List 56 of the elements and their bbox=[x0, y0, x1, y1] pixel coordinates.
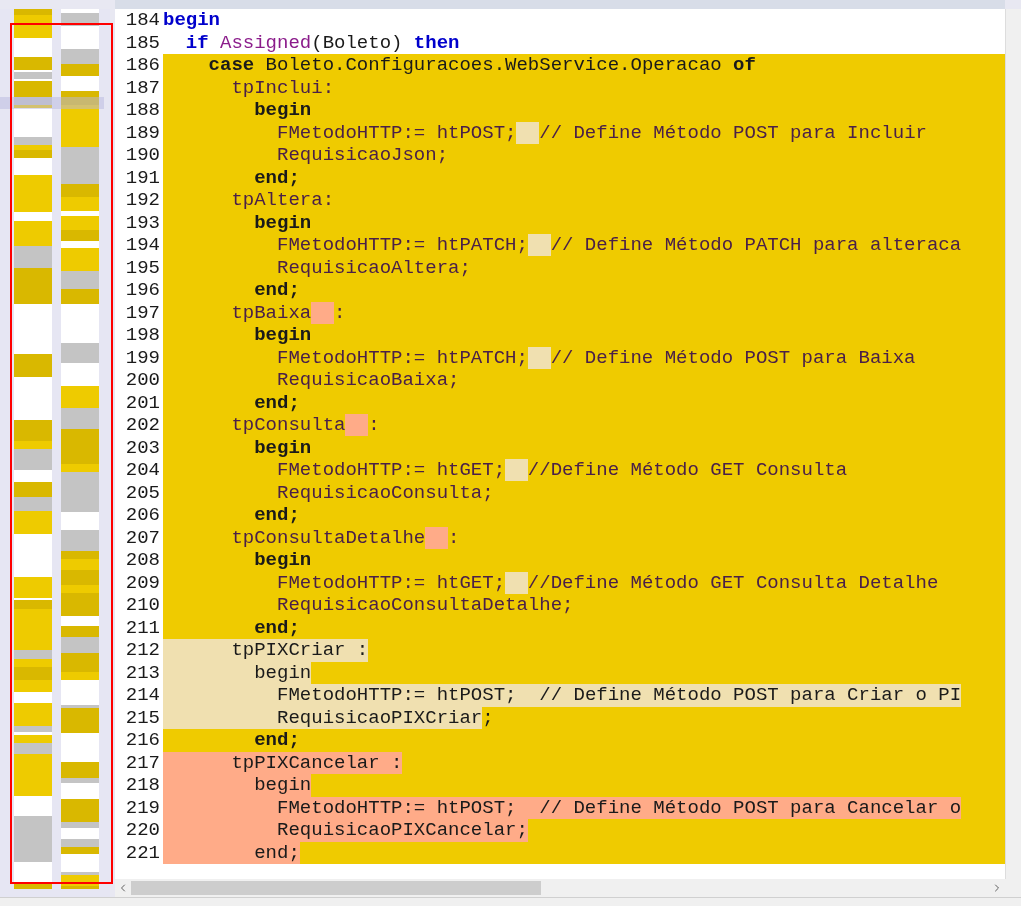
code-text: // Define Método PATCH para alteraca bbox=[550, 234, 962, 257]
code-text: Boleto.Configuracoes.WebService.Operacao bbox=[264, 54, 722, 77]
code-text: RequisicaoConsultaDetalhe; bbox=[276, 594, 574, 617]
code-text: tpBaixa bbox=[230, 301, 312, 324]
code-text: end; bbox=[253, 279, 300, 302]
code-text: : bbox=[448, 526, 460, 549]
code-text: begin bbox=[253, 549, 312, 572]
code-text: end; bbox=[253, 166, 300, 189]
code-text: begin bbox=[163, 9, 220, 32]
code-text: FMetodoHTTP:= htPOST; // Define Método POST para Cancelar o bbox=[163, 796, 962, 819]
code-text: begin bbox=[253, 324, 312, 347]
code-text: tpConsulta bbox=[230, 414, 346, 437]
code-text: RequisicaoPIXCancelar; bbox=[163, 819, 528, 842]
code-text: FMetodoHTTP:= htPOST; bbox=[276, 121, 517, 144]
code-text: case bbox=[207, 54, 255, 77]
code-text: : bbox=[334, 301, 346, 324]
code-text: if bbox=[184, 31, 209, 54]
code-text: tpPIXCriar : bbox=[163, 639, 369, 662]
code-text: begin bbox=[163, 661, 312, 684]
code-text: FMetodoHTTP:= bbox=[163, 684, 426, 707]
code-text: tpConsultaDetalhe bbox=[230, 526, 426, 549]
code-text: end; bbox=[253, 391, 300, 414]
vertical-scrollbar[interactable] bbox=[1005, 9, 1021, 879]
code-text: RequisicaoBaixa; bbox=[276, 369, 460, 392]
code-text: RequisicaoJson; bbox=[276, 144, 449, 167]
code-text: ; bbox=[482, 706, 494, 729]
scrollbar-thumb[interactable] bbox=[131, 881, 541, 895]
code-text: : bbox=[368, 414, 380, 437]
code-text: end; bbox=[253, 504, 300, 527]
code-text: then bbox=[412, 31, 460, 54]
code-text: RequisicaoAltera; bbox=[276, 256, 471, 279]
code-text: Define Método POST para Criar o PI bbox=[562, 684, 962, 707]
code-text: FMetodoHTTP:= htGET; bbox=[276, 571, 506, 594]
code-text: begin bbox=[163, 774, 312, 797]
code-text: tpAltera: bbox=[230, 189, 335, 212]
code-text: RequisicaoPIXCriar bbox=[163, 706, 483, 729]
code-text: FMetodoHTTP:= htPATCH; bbox=[276, 346, 528, 369]
code-text: // Define Método POST para Incluir bbox=[539, 121, 927, 144]
code-text: FMetodoHTTP:= htGET; bbox=[276, 459, 506, 482]
code-text: //Define Método GET Consulta Detalhe bbox=[527, 571, 939, 594]
code-text: end; bbox=[253, 729, 300, 752]
code-text: //Define Método GET Consulta bbox=[527, 459, 848, 482]
code-text: Assigned bbox=[219, 31, 312, 54]
code-text: end; bbox=[163, 841, 300, 864]
code-text: FMetodoHTTP:= htPATCH; bbox=[276, 234, 528, 257]
code-text: begin bbox=[253, 436, 312, 459]
code-text: RequisicaoConsulta; bbox=[276, 481, 494, 504]
code-text: begin bbox=[253, 211, 312, 234]
code-text: tpInclui: bbox=[230, 76, 335, 99]
code-text: begin bbox=[253, 99, 312, 122]
code-text: tpPIXCancelar : bbox=[163, 751, 403, 774]
code-text: (Boleto) bbox=[311, 31, 403, 54]
code-text: htPOST; // bbox=[425, 684, 563, 707]
code-text: end; bbox=[253, 616, 300, 639]
code-text: // Define Método POST para Baixa bbox=[550, 346, 916, 369]
code-text: of bbox=[732, 54, 756, 77]
